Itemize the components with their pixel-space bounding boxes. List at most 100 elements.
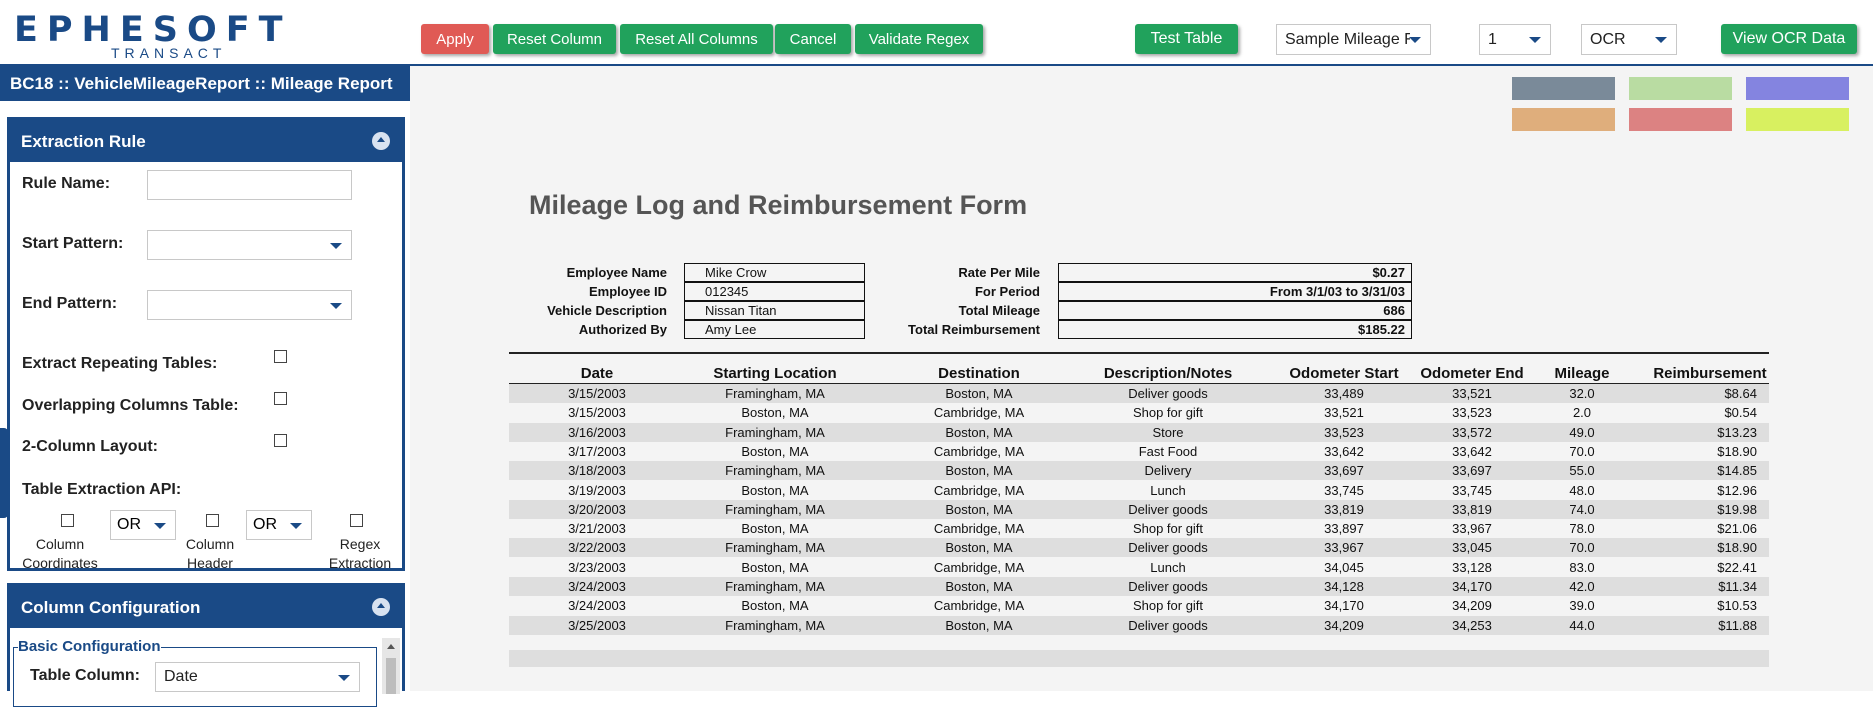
column-configuration-header[interactable]: Column Configuration xyxy=(10,586,402,628)
table-cell: 55.0 xyxy=(1569,463,1595,479)
table-cell: 49.0 xyxy=(1569,424,1595,440)
operator-value: OR xyxy=(117,516,141,533)
test-table-button[interactable]: Test Table xyxy=(1135,24,1238,54)
logo-text: EPHESOFT xyxy=(14,10,292,50)
reset-all-columns-button[interactable]: Reset All Columns xyxy=(620,24,773,54)
chevron-down-icon xyxy=(330,303,342,309)
scrollbar-thumb[interactable] xyxy=(386,658,396,694)
info-value: $185.22 xyxy=(1058,320,1412,339)
validate-regex-button[interactable]: Validate Regex xyxy=(855,24,983,54)
table-row: 3/22/2003 Framingham, MA Boston, MA Deliver… xyxy=(509,538,1769,558)
table-cell: Lunch xyxy=(1150,559,1186,575)
column-configuration-panel: Column Configuration Basic Configuration… xyxy=(7,583,405,707)
api-operator-select-2[interactable]: OR xyxy=(246,510,312,540)
ephesoft-logo: EPHESOFT TRANSACT xyxy=(14,10,283,62)
two-column-layout-checkbox[interactable] xyxy=(274,434,287,447)
table-cell: Lunch xyxy=(1150,482,1186,498)
info-label: Employee ID xyxy=(588,284,667,299)
reset-column-button[interactable]: Reset Column xyxy=(493,24,616,54)
cancel-button[interactable]: Cancel xyxy=(775,24,851,54)
info-value: Mike Crow xyxy=(684,263,865,282)
table-cell: Framingham, MA xyxy=(725,579,825,594)
table-cell: 3/15/2003 xyxy=(568,386,626,401)
overlapping-columns-label: Overlapping Columns Table: xyxy=(22,397,239,414)
table-column-label: Table Column: xyxy=(30,667,140,684)
info-label: Total Mileage xyxy=(958,303,1040,318)
sample-document-select[interactable]: Sample Mileage F xyxy=(1276,24,1431,55)
scrollbar[interactable] xyxy=(382,638,400,694)
column-header: Reimbursement xyxy=(1653,365,1767,382)
color-swatch-4[interactable] xyxy=(1512,108,1615,131)
table-cell: 83.0 xyxy=(1569,559,1595,575)
table-cell: $14.85 xyxy=(1717,463,1757,479)
table-cell: 3/24/2003 xyxy=(568,598,626,614)
color-swatch-5[interactable] xyxy=(1629,108,1732,131)
table-cell: 3/21/2003 xyxy=(568,521,626,537)
table-cell: Cambridge, MA xyxy=(933,482,1025,498)
table-cell: 3/24/2003 xyxy=(568,579,626,594)
table-cell: Boston, MA xyxy=(741,482,809,498)
color-swatch-2[interactable] xyxy=(1629,77,1732,100)
color-swatch-6[interactable] xyxy=(1746,108,1849,131)
table-cell: Framingham, MA xyxy=(725,386,825,401)
top-toolbar: EPHESOFT TRANSACT Apply Reset Column Res… xyxy=(0,0,1873,66)
table-cell: $12.96 xyxy=(1717,482,1757,498)
table-cell: $11.88 xyxy=(1718,617,1757,633)
page-select[interactable]: 1 xyxy=(1479,24,1551,55)
table-cell: Cambridge, MA xyxy=(933,598,1025,614)
table-row: 3/15/2003 Framingham, MA Boston, MA Deliver… xyxy=(509,384,1769,403)
sample-document-value: Sample Mileage F xyxy=(1285,30,1410,48)
table-cell: 2.0 xyxy=(1572,405,1592,421)
table-cell: 3/19/2003 xyxy=(568,482,626,498)
table-cell: Boston, MA xyxy=(741,405,809,421)
overlapping-columns-checkbox[interactable] xyxy=(274,392,287,405)
table-cell: Store xyxy=(1152,424,1184,440)
page-select-value: 1 xyxy=(1488,30,1497,48)
start-pattern-select[interactable] xyxy=(147,230,352,260)
chevron-down-icon xyxy=(338,675,350,681)
column-header-checkbox[interactable] xyxy=(206,514,219,527)
apply-button[interactable]: Apply xyxy=(421,24,489,54)
table-extraction-api-label: Table Extraction API: xyxy=(22,481,182,498)
table-cell: Framingham, MA xyxy=(725,501,825,517)
table-column-select[interactable]: Date xyxy=(155,662,360,692)
view-ocr-data-button[interactable]: View OCR Data xyxy=(1721,24,1857,54)
color-swatch-1[interactable] xyxy=(1512,77,1615,100)
table-cell: Shop for gift xyxy=(1132,598,1204,614)
chevron-down-icon xyxy=(290,523,302,529)
table-cell: 3/17/2003 xyxy=(568,443,626,459)
info-value: 012345 xyxy=(684,282,865,301)
table-cell: 70.0 xyxy=(1569,443,1595,459)
info-label: Employee Name xyxy=(566,265,667,280)
table-cell: Shop for gift xyxy=(1132,405,1204,421)
info-label: Rate Per Mile xyxy=(958,265,1040,280)
table-cell: Cambridge, MA xyxy=(933,405,1025,421)
api-operator-select-1[interactable]: OR xyxy=(110,510,176,540)
table-row: 3/23/2003 Boston, MA Cambridge, MA Lunch 34,… xyxy=(509,558,1769,577)
rule-name-input[interactable] xyxy=(147,170,352,200)
ocr-select[interactable]: OCR xyxy=(1581,24,1677,55)
extraction-rule-header[interactable]: Extraction Rule xyxy=(10,120,402,162)
extract-repeating-tables-checkbox[interactable] xyxy=(274,350,287,363)
table-row: 3/18/2003 Framingham, MA Boston, MA Deliver… xyxy=(509,461,1769,481)
left-expand-handle[interactable] xyxy=(0,428,8,518)
regex-extraction-checkbox[interactable] xyxy=(350,514,363,527)
collapse-icon[interactable] xyxy=(372,132,390,150)
table-cell: Framingham, MA xyxy=(725,463,825,479)
table-cell: Deliver goods xyxy=(1128,617,1208,633)
scroll-up-icon[interactable] xyxy=(387,644,395,649)
table-cell: Boston, MA xyxy=(741,559,809,575)
regex-extraction-label: Regex Extraction xyxy=(328,536,392,571)
info-label: Vehicle Description xyxy=(547,303,667,318)
end-pattern-select[interactable] xyxy=(147,290,352,320)
table-cell: Boston, MA xyxy=(945,463,1013,479)
color-swatch-3[interactable] xyxy=(1746,77,1849,100)
document-title: Mileage Log and Reimbursement Form xyxy=(529,190,1028,220)
table-cell: 32.0 xyxy=(1569,386,1595,401)
column-coordinates-checkbox[interactable] xyxy=(61,514,74,527)
column-header: Description/Notes xyxy=(1103,365,1233,382)
table-cell: 3/15/2003 xyxy=(568,405,626,421)
table-cell: $10.53 xyxy=(1717,598,1757,614)
table-footer-band xyxy=(509,650,1769,667)
collapse-icon[interactable] xyxy=(372,598,390,616)
